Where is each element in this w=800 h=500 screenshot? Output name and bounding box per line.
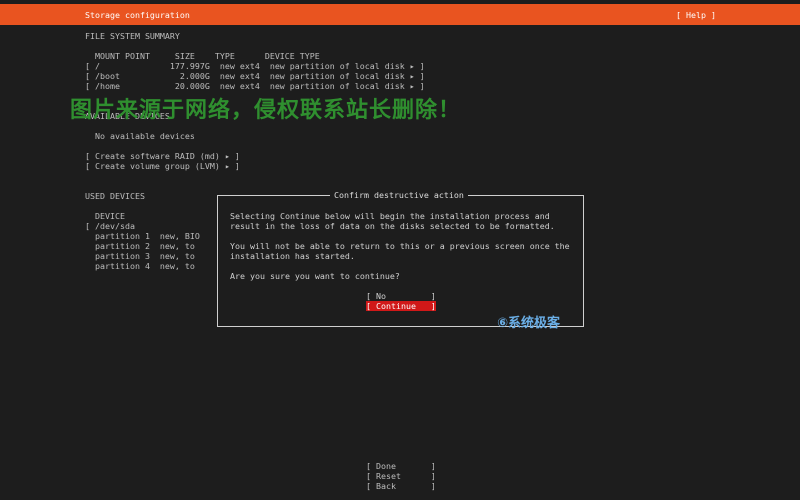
fs-summary-columns: MOUNT POINT SIZE TYPE DEVICE TYPE — [85, 51, 320, 61]
dialog-title: Confirm destructive action — [330, 190, 468, 200]
brand-logo-text: ⑥系统极客 — [497, 316, 561, 331]
fs-row-boot[interactable]: [ /boot 2.000G new ext4 new partition of… — [85, 71, 425, 81]
used-heading: USED DEVICES — [85, 191, 145, 201]
dialog-message-line: installation has started. — [230, 251, 355, 261]
done-button[interactable]: [ Done ] — [366, 461, 436, 471]
dialog-message-line: Selecting Continue below will begin the … — [230, 211, 550, 221]
no-button[interactable]: [ No ] — [366, 291, 436, 301]
no-available-devices: No available devices — [85, 131, 195, 141]
fs-row-root[interactable]: [ / 177.997G new ext4 new partition of l… — [85, 61, 425, 71]
dialog-question: Are you sure you want to continue? — [230, 271, 400, 281]
partition-row: partition 3 new, to — [85, 251, 195, 261]
partition-row: partition 2 new, to — [85, 241, 195, 251]
fs-summary-heading: FILE SYSTEM SUMMARY — [85, 31, 180, 41]
used-column-device: DEVICE — [85, 211, 125, 221]
page-title: Storage configuration — [85, 10, 190, 20]
partition-row: partition 4 new, to — [85, 261, 195, 271]
create-lvm-button[interactable]: [ Create volume group (LVM) ▸ ] — [85, 161, 240, 171]
device-row-sda[interactable]: [ /dev/sda — [85, 221, 135, 231]
fs-row-home[interactable]: [ /home 20.000G new ext4 new partition o… — [85, 81, 425, 91]
partition-row: partition 1 new, BIO — [85, 231, 200, 241]
reset-button[interactable]: [ Reset ] — [366, 471, 436, 481]
create-raid-button[interactable]: [ Create software RAID (md) ▸ ] — [85, 151, 240, 161]
help-button[interactable]: [ Help ] — [676, 10, 716, 20]
back-button[interactable]: [ Back ] — [366, 481, 436, 491]
dialog-message-line: You will not be able to return to this o… — [230, 241, 570, 251]
watermark-text: 图片来源于网络，侵权联系站长删除！ — [70, 98, 462, 123]
header-bar: Storage configuration [ Help ] — [0, 4, 800, 25]
continue-button[interactable]: [ Continue ] — [366, 301, 436, 311]
confirm-dialog: Confirm destructive action Selecting Con… — [217, 190, 584, 327]
dialog-message-line: result in the loss of data on the disks … — [230, 221, 555, 231]
